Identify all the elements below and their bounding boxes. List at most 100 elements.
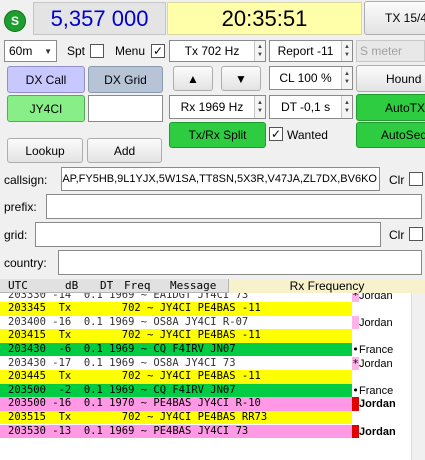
up-arrow-icon: ▲: [187, 71, 199, 86]
decode-row[interactable]: 203400 -16 0.1 1969 ~ OS8A JY4CI R-07 Jo…: [0, 315, 411, 330]
dt-spinbox[interactable]: DT -0,1 s ▲ ▼: [269, 95, 353, 119]
decode-row-message: 203445 Tx 702 ~ JY4CI PE4BAS -11: [8, 370, 261, 383]
spt-checkbox[interactable]: [90, 44, 104, 58]
cl-value: CL 100 %: [279, 71, 332, 85]
decode-row-message: 203430 -17 0.1 1969 ~ OS8A JY4CI 73: [8, 356, 236, 369]
column-rx-frequency[interactable]: Rx Frequency: [228, 279, 425, 293]
frequency-display: 5,357 000: [33, 2, 166, 35]
cl-spinbox[interactable]: CL 100 % ▲ ▼: [269, 66, 353, 90]
decode-row-marker: [352, 315, 359, 330]
auto-tx-button-label: AutoTX: [385, 100, 425, 115]
tx-rx-split-label: Tx/Rx Split: [188, 128, 247, 142]
decode-list[interactable]: 203330 -14 0.1 1969 ~ EA1DGT JY4CI 73 *Jo…: [0, 293, 411, 460]
decode-row[interactable]: 203430 -17 0.1 1969 ~ OS8A JY4CI 73 *Jord…: [0, 356, 411, 371]
decode-row-message: 203345 Tx 702 ~ JY4CI PE4BAS -11: [8, 302, 261, 315]
rx-frequency-value: Rx 1969 Hz: [180, 100, 244, 114]
decode-row[interactable]: 203330 -14 0.1 1969 ~ EA1DGT JY4CI 73 *Jo…: [0, 293, 411, 303]
decode-row[interactable]: 203415 Tx 702 ~ JY4CI PE4BAS -11: [0, 329, 411, 343]
lookup-button[interactable]: Lookup: [7, 138, 83, 163]
dx-call-button[interactable]: DX Call: [7, 66, 85, 93]
check-icon: ✓: [152, 44, 164, 58]
decode-row-marker: •: [352, 342, 359, 356]
frequency-display-value: 5,357 000: [50, 5, 149, 31]
add-button[interactable]: Add: [87, 138, 162, 163]
column-utc[interactable]: UTC: [8, 279, 28, 293]
decode-row-marker: [352, 424, 359, 439]
add-button-label: Add: [113, 143, 136, 158]
decode-row-message: 203330 -14 0.1 1969 ~ EA1DGT JY4CI 73: [8, 293, 249, 301]
country-input[interactable]: [58, 250, 422, 275]
decode-row-country-label: Jordan: [359, 357, 393, 370]
report-value: Report -11: [277, 44, 334, 58]
decode-row[interactable]: 203530 -13 0.1 1969 ~ PE4BAS JY4CI 73 Jo…: [0, 424, 411, 439]
callsign-input[interactable]: H6AP,FY5HB,9L1YJX,5W1SA,TT8SN,5X3R,V47JA…: [61, 167, 380, 191]
decode-row[interactable]: 203500 -2 0.1 1969 ~ CQ F4IRV JN07 •Franc…: [0, 383, 411, 398]
menu-checkbox[interactable]: ✓: [151, 44, 165, 58]
spin-arrows-icon[interactable]: ▲ ▼: [254, 96, 265, 118]
dx-call-value: JY4CI: [29, 101, 63, 116]
grid-clr-checkbox[interactable]: [409, 227, 423, 241]
decode-list-scrollbar[interactable]: [411, 293, 425, 460]
decode-row-country: Jordan: [352, 424, 411, 439]
decode-row-country-label: France: [359, 384, 394, 397]
decode-row-country-label: Jordan: [359, 398, 396, 411]
decode-row[interactable]: 203500 -16 0.1 1970 ~ PE4BAS JY4CI R-10 …: [0, 397, 411, 411]
decode-row-country: *Jordan: [352, 293, 411, 303]
chevron-down-icon: ▼: [44, 46, 52, 56]
dx-call-value-button[interactable]: JY4CI: [7, 95, 85, 122]
decode-list-header: UTC dB DT Freq Message Rx Frequency: [0, 279, 425, 293]
tx-rx-split-button[interactable]: Tx/Rx Split: [169, 122, 266, 148]
decode-row-country: [352, 302, 411, 316]
dt-value: DT -0,1 s: [280, 100, 331, 114]
status-indicator: S: [4, 10, 26, 32]
decode-row-message: 203500 -16 0.1 1970 ~ PE4BAS JY4CI R-10: [8, 397, 261, 410]
clock-display-value: 20:35:51: [221, 5, 308, 31]
decode-row[interactable]: 203515 Tx 702 ~ JY4CI PE4BAS RR73: [0, 410, 411, 425]
callsign-clr-label: Clr: [389, 173, 405, 187]
freq-up-button[interactable]: ▲: [173, 66, 213, 91]
s-meter: S meter: [356, 40, 425, 62]
decode-row-marker: *: [352, 293, 359, 303]
wanted-checkbox[interactable]: ✓: [269, 127, 283, 141]
column-db[interactable]: dB: [65, 279, 78, 293]
column-message[interactable]: Message: [170, 279, 216, 293]
decode-row-message: 203500 -2 0.1 1969 ~ CQ F4IRV JN07: [8, 383, 236, 396]
callsign-clr-checkbox[interactable]: [409, 172, 423, 186]
spin-arrows-icon[interactable]: ▲ ▼: [254, 41, 265, 61]
spin-arrows-icon[interactable]: ▲ ▼: [341, 67, 352, 89]
grid-clr-label: Clr: [389, 228, 405, 242]
grid-input[interactable]: [35, 222, 381, 247]
dx-grid-field[interactable]: [88, 95, 163, 122]
menu-label: Menu: [115, 44, 146, 58]
spin-arrows-icon[interactable]: ▲ ▼: [341, 41, 352, 61]
decode-row[interactable]: 203430 -6 0.1 1969 ~ CQ F4IRV JN07 •Franc…: [0, 342, 411, 357]
tx-slot-button-label: TX 15/4: [385, 11, 425, 25]
auto-tx-button[interactable]: AutoTX: [356, 94, 425, 121]
decode-row-country: •France: [352, 342, 411, 357]
prefix-input[interactable]: [46, 194, 422, 219]
spt-label: Spt: [67, 44, 86, 58]
hound-button[interactable]: Hound: [356, 65, 425, 92]
tx-slot-button[interactable]: TX 15/4: [364, 1, 425, 35]
spin-arrows-icon[interactable]: ▲ ▼: [341, 96, 352, 118]
decode-row-message: 203530 -13 0.1 1969 ~ PE4BAS JY4CI 73: [8, 424, 249, 437]
tx-frequency-spinbox[interactable]: Tx 702 Hz ▲ ▼: [169, 40, 266, 62]
auto-seq-button[interactable]: AutoSeq: [356, 122, 425, 148]
decode-row[interactable]: 203345 Tx 702 ~ JY4CI PE4BAS -11: [0, 302, 411, 316]
column-freq[interactable]: Freq: [124, 279, 151, 293]
report-spinbox[interactable]: Report -11 ▲ ▼: [269, 40, 353, 62]
callsign-input-value: H6AP,FY5HB,9L1YJX,5W1SA,TT8SN,5X3R,V47JA…: [61, 173, 377, 185]
rx-frequency-spinbox[interactable]: Rx 1969 Hz ▲ ▼: [169, 95, 266, 119]
dx-grid-button[interactable]: DX Grid: [88, 66, 163, 93]
decode-row-country: *Jordan: [352, 356, 411, 371]
hound-button-label: Hound: [386, 71, 422, 86]
country-label: country:: [4, 256, 47, 270]
decode-row[interactable]: 203445 Tx 702 ~ JY4CI PE4BAS -11: [0, 370, 411, 384]
down-arrow-icon: ▼: [235, 71, 247, 86]
clock-display: 20:35:51: [167, 2, 362, 35]
freq-down-button[interactable]: ▼: [221, 66, 261, 91]
column-dt[interactable]: DT: [100, 279, 113, 293]
prefix-label: prefix:: [4, 200, 37, 214]
tx-frequency-value: Tx 702 Hz: [184, 44, 240, 58]
band-select[interactable]: 60m ▼: [4, 40, 57, 62]
